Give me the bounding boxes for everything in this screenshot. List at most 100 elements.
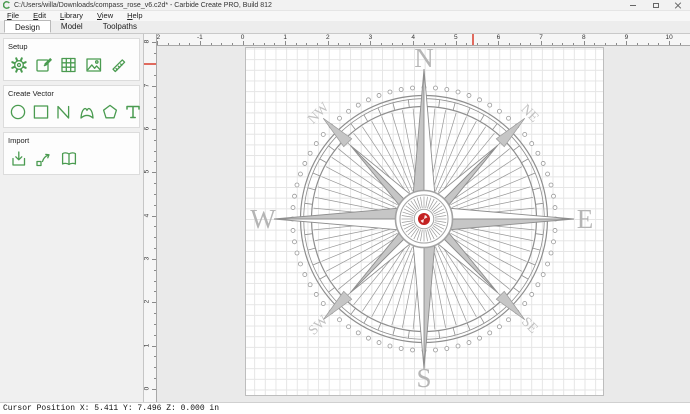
ruler-tick xyxy=(381,43,382,46)
job-setup-button[interactable] xyxy=(33,54,55,76)
ruler-label: 0 xyxy=(144,386,150,390)
ruler-tick xyxy=(154,270,157,271)
ruler-label: 3 xyxy=(144,257,150,261)
ruler-tick xyxy=(221,43,222,46)
ruler-tick xyxy=(243,41,244,45)
ruler-tick xyxy=(211,43,212,46)
window-title: C:/Users/willa/Downloads/compass_rose_v6… xyxy=(14,2,272,9)
ruler-tick xyxy=(349,43,350,46)
ruler-tick xyxy=(680,43,681,46)
ruler-tick xyxy=(152,302,156,303)
ruler-tick xyxy=(456,41,457,45)
ruler-tick xyxy=(669,41,670,45)
ruler-label: 6 xyxy=(497,34,501,41)
ruler-tick xyxy=(498,41,499,45)
ruler-tick xyxy=(413,41,414,45)
gear-icon xyxy=(9,55,29,75)
measure-icon xyxy=(109,55,129,75)
ruler-label: 10 xyxy=(665,34,672,41)
maximize-button[interactable] xyxy=(644,0,667,11)
ruler-label: 0 xyxy=(241,34,245,41)
polygon-button[interactable] xyxy=(100,101,120,123)
ruler-tick xyxy=(152,42,156,43)
import-file-button[interactable] xyxy=(8,148,30,170)
ruler-label: 5 xyxy=(454,34,458,41)
minimize-button[interactable] xyxy=(621,0,644,11)
vertical-ruler: 876543210 xyxy=(144,34,157,402)
compass-rose-drawing[interactable]: NESWNESESWNW xyxy=(246,48,605,397)
cursor-marker-x xyxy=(472,34,474,46)
curve-button[interactable] xyxy=(77,101,97,123)
ruler-tick xyxy=(466,43,467,46)
background-image-icon xyxy=(84,55,104,75)
section-title: Import xyxy=(8,136,135,145)
ruler-tick xyxy=(232,43,233,46)
tab-model[interactable]: Model xyxy=(51,20,93,33)
rectangle-button[interactable] xyxy=(31,101,51,123)
library-button[interactable] xyxy=(58,148,80,170)
cardinal-label-n: N xyxy=(414,46,434,73)
ruler-tick xyxy=(154,335,157,336)
ruler-tick xyxy=(154,161,157,162)
ruler-label: 9 xyxy=(625,34,629,41)
ruler-tick xyxy=(152,86,156,87)
cardinal-label-w: W xyxy=(250,204,276,234)
ruler-tick xyxy=(154,313,157,314)
ruler-tick xyxy=(154,324,157,325)
ruler-tick xyxy=(306,43,307,46)
ruler-tick xyxy=(637,43,638,46)
application-window: C:/Users/willa/Downloads/compass_rose_v6… xyxy=(0,0,690,414)
circle-button[interactable] xyxy=(8,101,28,123)
ruler-tick xyxy=(154,226,157,227)
ruler-tick xyxy=(434,43,435,46)
text-button[interactable] xyxy=(123,101,143,123)
ruler-tick xyxy=(168,43,169,46)
text-icon xyxy=(123,102,143,122)
ruler-tick xyxy=(152,129,156,130)
ruler-tick xyxy=(154,356,157,357)
ruler-tick xyxy=(530,43,531,46)
background-image-button[interactable] xyxy=(83,54,105,76)
polyline-button[interactable] xyxy=(54,101,74,123)
ruler-tick xyxy=(509,43,510,46)
ruler-tick xyxy=(445,43,446,46)
close-button[interactable] xyxy=(667,0,690,11)
section-setup: Setup xyxy=(3,38,140,81)
ruler-tick xyxy=(424,43,425,46)
ruler-tick xyxy=(157,41,158,45)
ruler-tick xyxy=(154,281,157,282)
ruler-tick xyxy=(616,43,617,46)
ruler-tick xyxy=(152,172,156,173)
ruler-tick xyxy=(154,291,157,292)
status-bar: Cursor Position X: 5.411 Y: 7.496 Z: 0.0… xyxy=(0,402,690,414)
tab-design[interactable]: Design xyxy=(4,20,51,33)
ruler-label: 3 xyxy=(369,34,373,41)
ruler-tick xyxy=(154,183,157,184)
ruler-tick xyxy=(154,378,157,379)
ruler-tick xyxy=(152,389,156,390)
ruler-label: 4 xyxy=(411,34,415,41)
trace-image-button[interactable] xyxy=(33,148,55,170)
ruler-tick xyxy=(562,43,563,46)
grid-button[interactable] xyxy=(58,54,80,76)
ruler-tick xyxy=(152,259,156,260)
ruler-tick xyxy=(605,43,606,46)
ruler-tick xyxy=(370,41,371,45)
ruler-tick xyxy=(296,43,297,46)
ruler-tick xyxy=(154,75,157,76)
measure-button[interactable] xyxy=(108,54,130,76)
ruler-tick xyxy=(584,41,585,45)
ruler-label: 4 xyxy=(144,213,150,217)
ruler-label: 8 xyxy=(582,34,586,41)
intercardinal-label-se: SE xyxy=(518,315,540,337)
design-canvas[interactable]: NESWNESESWNW xyxy=(157,46,690,402)
ruler-tick xyxy=(179,43,180,46)
minimize-icon xyxy=(630,5,636,6)
tab-toolpaths[interactable]: Toolpaths xyxy=(93,20,147,33)
ruler-label: -1 xyxy=(197,34,203,41)
ruler-label: 2 xyxy=(144,300,150,304)
section-title: Setup xyxy=(8,42,135,51)
gear-button[interactable] xyxy=(8,54,30,76)
stock-page[interactable]: NESWNESESWNW xyxy=(245,47,604,396)
ruler-tick xyxy=(573,43,574,46)
